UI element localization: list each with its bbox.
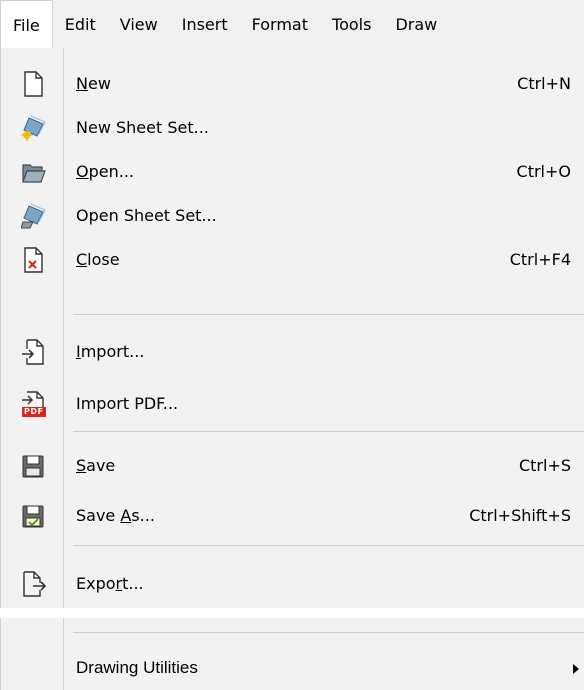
submenu-arrow-icon bbox=[573, 664, 579, 674]
menu-file[interactable]: File bbox=[0, 0, 53, 49]
import-icon bbox=[21, 338, 45, 366]
menu-format[interactable]: Format bbox=[240, 0, 320, 48]
shortcut-label: Ctrl+F4 bbox=[509, 250, 571, 269]
menu-item-label: Drawing Utilities bbox=[76, 658, 198, 677]
menu-item-label: Import... bbox=[76, 342, 145, 361]
menu-separator bbox=[73, 632, 584, 633]
open-sheet-set-icon bbox=[20, 202, 46, 230]
menu-item-new[interactable]: New Ctrl+N bbox=[1, 62, 584, 106]
import-pdf-icon: PDF bbox=[21, 390, 46, 418]
menu-insert[interactable]: Insert bbox=[170, 0, 240, 48]
menu-item-label: New bbox=[76, 74, 111, 93]
new-document-icon bbox=[21, 70, 45, 98]
menu-item-open-sheet-set[interactable]: Open Sheet Set... bbox=[1, 194, 584, 238]
shortcut-label: Ctrl+S bbox=[518, 456, 571, 475]
menu-item-save-as[interactable]: Save As... Ctrl+Shift+S bbox=[1, 494, 584, 538]
menu-tools[interactable]: Tools bbox=[320, 0, 383, 48]
menu-item-label: Open... bbox=[76, 162, 134, 181]
menu-item-drawing-utilities[interactable]: Drawing Utilities bbox=[1, 646, 584, 690]
folder-open-icon bbox=[21, 158, 46, 186]
shortcut-label: Ctrl+O bbox=[516, 162, 571, 181]
menu-item-label: Save As... bbox=[76, 506, 155, 525]
menu-item-label: Close bbox=[76, 250, 120, 269]
menu-item-export[interactable]: Export... bbox=[1, 562, 584, 606]
menu-item-label: Open Sheet Set... bbox=[76, 206, 217, 225]
menu-bar: File Edit View Insert Format Tools Draw bbox=[0, 0, 584, 49]
menu-edit[interactable]: Edit bbox=[53, 0, 108, 48]
menu-item-label: Import PDF... bbox=[76, 394, 179, 413]
menu-item-import-pdf[interactable]: PDF Import PDF... bbox=[1, 382, 584, 426]
menu-item-label: Save bbox=[76, 456, 116, 475]
menu-item-close[interactable]: Close Ctrl+F4 bbox=[1, 238, 584, 282]
menu-item-import[interactable]: Import... bbox=[1, 330, 584, 374]
menu-item-save[interactable]: Save Ctrl+S bbox=[1, 444, 584, 488]
menu-item-label: New Sheet Set... bbox=[76, 118, 209, 137]
menu-item-label: Export... bbox=[76, 574, 144, 593]
save-icon bbox=[21, 452, 45, 480]
file-dropdown-menu: New Ctrl+N New Sheet Set... Open... Ctrl… bbox=[0, 48, 584, 608]
export-icon bbox=[21, 570, 47, 598]
pdf-badge-text: PDF bbox=[24, 407, 44, 416]
menu-separator bbox=[73, 431, 584, 432]
save-as-icon bbox=[21, 502, 45, 530]
menu-separator bbox=[73, 314, 584, 315]
shortcut-label: Ctrl+N bbox=[517, 74, 571, 93]
menu-item-new-sheet-set[interactable]: New Sheet Set... bbox=[1, 106, 584, 150]
shortcut-label: Ctrl+Shift+S bbox=[469, 506, 571, 525]
menu-separator bbox=[73, 545, 584, 546]
new-sheet-set-icon bbox=[21, 114, 46, 142]
close-document-icon bbox=[21, 246, 45, 274]
menu-item-open[interactable]: Open... Ctrl+O bbox=[1, 150, 584, 194]
menu-view[interactable]: View bbox=[108, 0, 170, 48]
menu-draw[interactable]: Draw bbox=[383, 0, 449, 48]
menu-fragment: Drawing Utilities bbox=[0, 618, 584, 690]
